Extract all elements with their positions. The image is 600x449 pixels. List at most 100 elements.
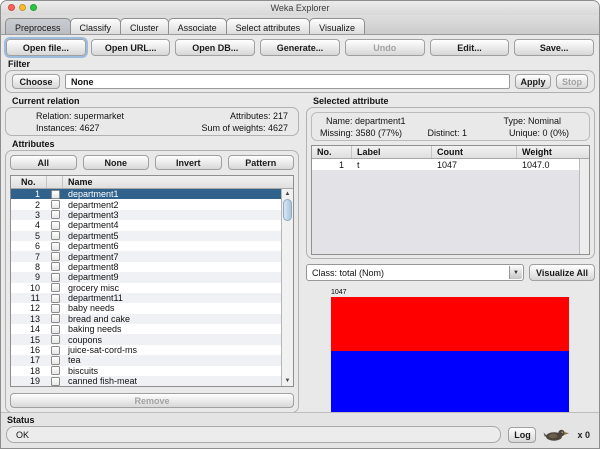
- scroll-up-icon[interactable]: ▲: [282, 189, 293, 199]
- close-window-button[interactable]: [8, 4, 15, 11]
- attribute-row[interactable]: 7 department7: [11, 251, 281, 262]
- attribute-row[interactable]: 12 baby needs: [11, 303, 281, 313]
- attribute-row[interactable]: 17 tea: [11, 355, 281, 366]
- attribute-checkbox[interactable]: [47, 200, 63, 209]
- filter-value-field[interactable]: None: [65, 74, 510, 89]
- row-no: 1: [338, 159, 344, 170]
- toolbar-button[interactable]: Open URL...: [90, 39, 171, 56]
- attribute-row[interactable]: 11 department11: [11, 292, 281, 304]
- minimize-window-button[interactable]: [19, 4, 26, 11]
- status-title: Status: [7, 415, 35, 425]
- toolbar-button[interactable]: Edit...: [429, 39, 510, 56]
- attribute-row[interactable]: 19 canned fish-meat: [11, 376, 281, 386]
- attribute-stat-distinct: Distinct: 1: [427, 128, 468, 138]
- chevron-down-icon[interactable]: ▼: [509, 266, 522, 279]
- attribute-checkbox[interactable]: [47, 294, 63, 303]
- column-header-no[interactable]: No.: [11, 176, 47, 188]
- tab-label: Visualize: [319, 22, 355, 33]
- toolbar-button[interactable]: Save...: [514, 39, 595, 56]
- attribute-row[interactable]: 4 department4: [11, 220, 281, 230]
- visualize-all-button[interactable]: Visualize All: [529, 264, 595, 281]
- attribute-number: 18: [29, 365, 40, 376]
- toolbar-button[interactable]: Undo: [344, 39, 425, 56]
- attribute-checkbox[interactable]: [47, 273, 63, 282]
- attribute-checkbox[interactable]: [47, 283, 63, 292]
- tab[interactable]: Visualize: [309, 18, 365, 34]
- label-count-row[interactable]: 1 t 1047 1047.0: [312, 159, 589, 170]
- scrollbar-thumb[interactable]: [283, 199, 292, 221]
- apply-filter-button[interactable]: Apply: [515, 74, 551, 89]
- instances-count: Instances: 4627: [36, 123, 100, 133]
- stop-filter-button[interactable]: Stop: [556, 74, 588, 89]
- weka-bird-icon[interactable]: [543, 427, 570, 442]
- attribute-checkbox[interactable]: [47, 242, 63, 251]
- attribute-checkbox[interactable]: [47, 314, 63, 323]
- toolbar-button[interactable]: Open file...: [6, 39, 86, 56]
- column-header-label[interactable]: Label: [352, 146, 432, 158]
- toolbar-button[interactable]: Open DB...: [175, 39, 256, 56]
- attribute-number: 8: [34, 261, 40, 272]
- column-header-weight[interactable]: Weight: [517, 146, 589, 158]
- attribute-checkbox[interactable]: [47, 346, 63, 355]
- attribute-checkbox[interactable]: [47, 190, 63, 199]
- tab[interactable]: Preprocess: [5, 18, 71, 34]
- attribute-checkbox[interactable]: [47, 210, 63, 219]
- attribute-row[interactable]: 2 department2: [11, 199, 281, 210]
- attribute-row[interactable]: 15 coupons: [11, 334, 281, 345]
- attribute-row[interactable]: 16 juice-sat-cord-ms: [11, 345, 281, 355]
- attribute-row[interactable]: 5 department5: [11, 230, 281, 241]
- remove-attributes-button[interactable]: Remove: [10, 393, 294, 408]
- column-header-no[interactable]: No.: [312, 146, 352, 158]
- attribute-row[interactable]: 14 baking needs: [11, 324, 281, 334]
- chart-wrap: 1047: [331, 289, 569, 414]
- attribute-number: 14: [29, 324, 40, 335]
- attribute-checkbox[interactable]: [47, 377, 63, 386]
- attribute-checkbox[interactable]: [47, 335, 63, 344]
- tab[interactable]: Select attributes: [225, 18, 311, 34]
- attribute-number: 6: [34, 241, 40, 252]
- tab-bar: Preprocess Classify Cluster Associate Se…: [1, 15, 599, 35]
- attribute-row[interactable]: 3 department3: [11, 209, 281, 221]
- attribute-row[interactable]: 6 department6: [11, 241, 281, 251]
- attribute-row[interactable]: 1 department1: [11, 189, 281, 200]
- attribute-number: 7: [34, 251, 40, 262]
- scroll-down-icon[interactable]: ▼: [282, 376, 293, 386]
- attribute-name: department5: [68, 230, 119, 241]
- attribute-checkbox[interactable]: [47, 231, 63, 240]
- tab[interactable]: Associate: [167, 18, 227, 34]
- choose-filter-button[interactable]: Choose: [12, 74, 60, 89]
- attribute-checkbox[interactable]: [47, 356, 63, 365]
- attributes-title: Attributes: [12, 139, 55, 149]
- attribute-row[interactable]: 8 department8: [11, 262, 281, 272]
- attribute-row[interactable]: 18 biscuits: [11, 366, 281, 376]
- attribute-select-button[interactable]: None: [82, 155, 149, 170]
- attribute-select-button[interactable]: All: [10, 155, 77, 170]
- attribute-row[interactable]: 13 bread and cake: [11, 313, 281, 325]
- toolbar-button[interactable]: Generate...: [260, 39, 340, 56]
- attribute-select-button[interactable]: Pattern: [227, 155, 294, 170]
- attribute-select-button[interactable]: Invert: [155, 155, 222, 170]
- window-titlebar[interactable]: Weka Explorer: [1, 1, 599, 15]
- attribute-checkbox[interactable]: [47, 304, 63, 313]
- log-button[interactable]: Log: [508, 426, 537, 443]
- attribute-checkbox[interactable]: [47, 262, 63, 271]
- tab[interactable]: Cluster: [120, 18, 169, 34]
- attribute-checkbox[interactable]: [47, 325, 63, 334]
- label-counts-scrollbar[interactable]: [579, 159, 589, 254]
- attribute-checkbox[interactable]: [47, 221, 63, 230]
- column-header-checkbox[interactable]: [47, 176, 63, 188]
- class-dropdown[interactable]: Class: total (Nom) ▼: [306, 264, 524, 281]
- attribute-row[interactable]: 9 department9: [11, 272, 281, 283]
- zoom-window-button[interactable]: [30, 4, 37, 11]
- attribute-checkbox[interactable]: [47, 252, 63, 261]
- attribute-number: 3: [34, 209, 40, 220]
- attribute-checkbox[interactable]: [47, 366, 63, 375]
- column-header-count[interactable]: Count: [432, 146, 517, 158]
- log-counter: x 0: [577, 429, 590, 440]
- attribute-row[interactable]: 10 grocery misc: [11, 283, 281, 293]
- attributes-scrollbar[interactable]: ▲ ▼: [281, 189, 293, 386]
- attribute-number: 19: [29, 376, 40, 386]
- column-header-name[interactable]: Name: [63, 177, 293, 187]
- attribute-name: department2: [68, 199, 119, 210]
- tab[interactable]: Classify: [69, 18, 122, 34]
